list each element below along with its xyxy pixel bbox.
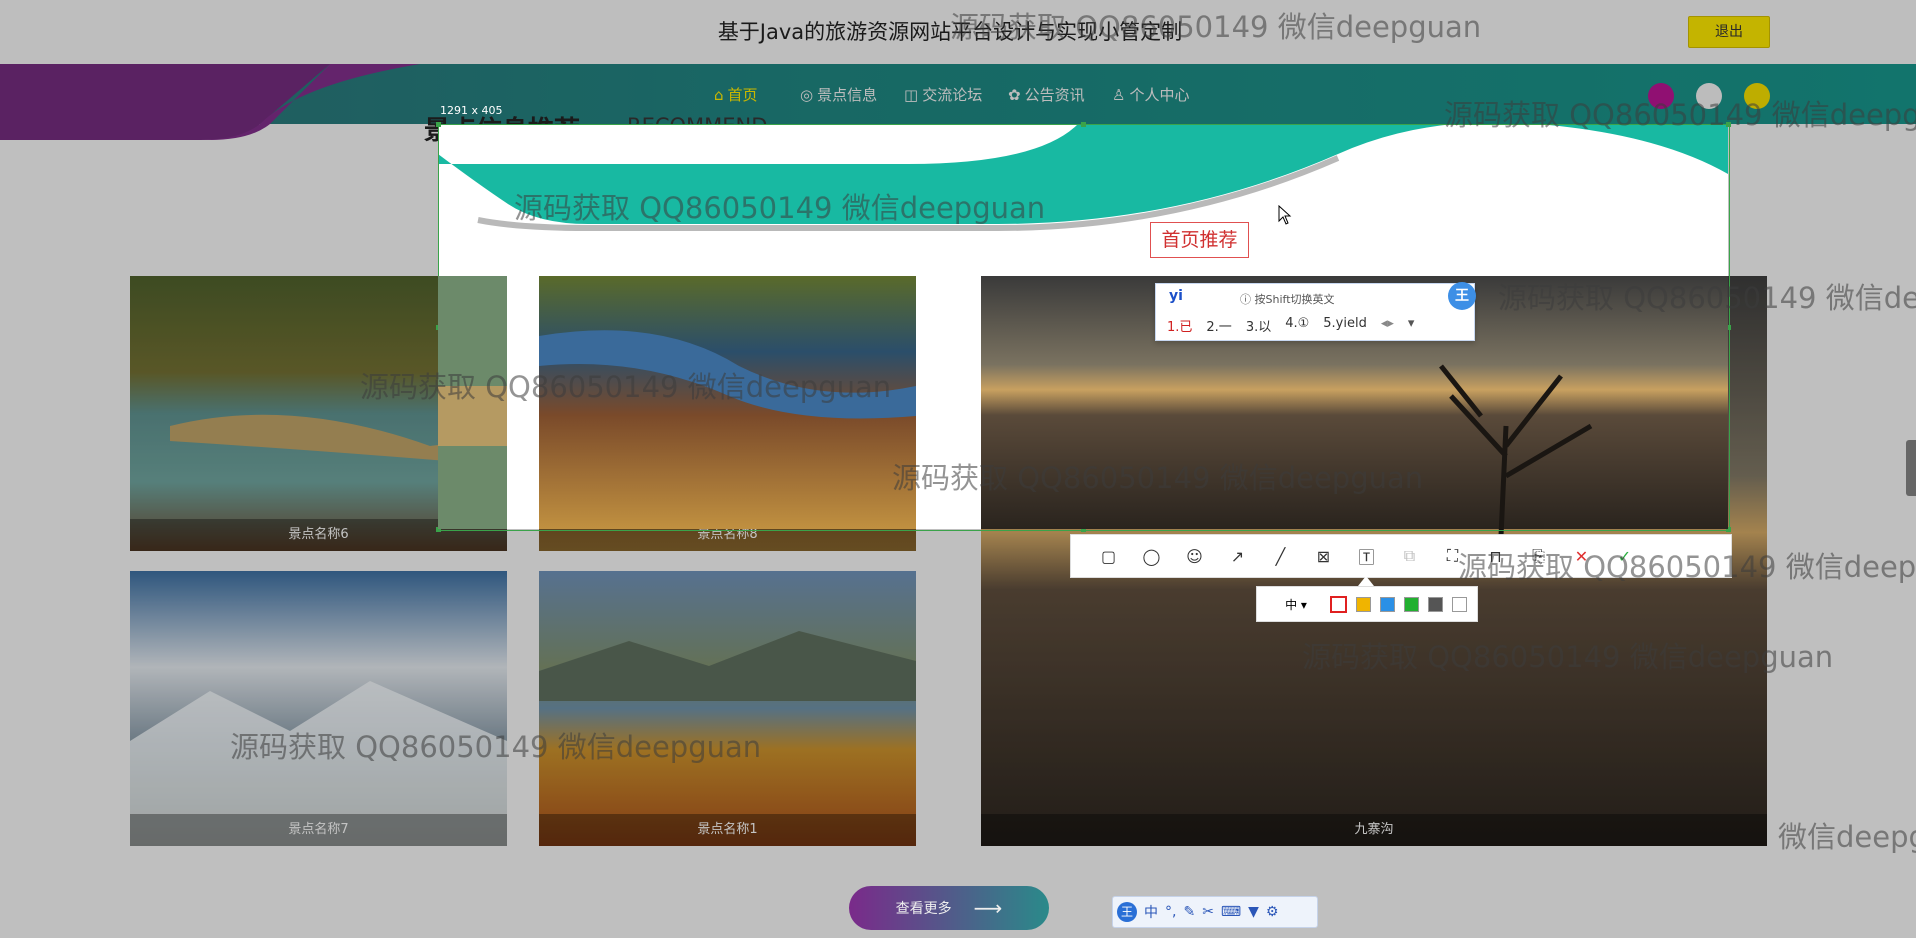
ime-status-bar[interactable]: 王 中 °, ✎ ✂ ⌨ ▼ ⚙ bbox=[1112, 896, 1318, 928]
nav-news[interactable]: ✿ 公告资讯 bbox=[1008, 84, 1085, 105]
gift-icon: ◫ bbox=[904, 85, 919, 104]
home-icon: ⌂ bbox=[714, 85, 724, 104]
spot-name: 景点名称7 bbox=[130, 814, 507, 846]
panel-pointer bbox=[1358, 576, 1374, 586]
spot-image bbox=[130, 571, 507, 846]
scissors-icon[interactable]: ✂ bbox=[1202, 904, 1214, 920]
ime-candidate[interactable]: 2.一 bbox=[1206, 316, 1231, 335]
punctuation-icon[interactable]: °, bbox=[1165, 904, 1176, 920]
info-icon: ⓘ bbox=[1240, 293, 1255, 306]
ime-logo-icon: 王 bbox=[1448, 282, 1476, 310]
font-size-select[interactable]: 中 ▾ bbox=[1271, 596, 1321, 613]
gear-icon: ✿ bbox=[1008, 85, 1021, 104]
ellipse-tool-icon[interactable]: ◯ bbox=[1130, 547, 1173, 566]
emoji-tool-icon[interactable]: ☺ bbox=[1173, 547, 1216, 566]
watermark: 源码获取 QQ86050149 微信deepguan bbox=[1302, 640, 1834, 674]
ime-candidate[interactable]: 3.以 bbox=[1246, 316, 1271, 335]
pen-icon[interactable]: ✎ bbox=[1183, 904, 1195, 920]
color-swatch-gray[interactable] bbox=[1428, 596, 1443, 612]
arrow-right-icon: ⟶ bbox=[973, 896, 1003, 920]
watermark: 源码获取 QQ86050149 微信deepguan bbox=[360, 370, 892, 404]
watermark: 源码获取 QQ86050149 微信deepguan bbox=[1444, 98, 1916, 132]
side-scroll-tab[interactable] bbox=[1906, 440, 1916, 496]
ime-candidate[interactable]: 4.① bbox=[1285, 316, 1309, 335]
globe-icon: ◎ bbox=[800, 85, 814, 104]
page-arrows-icon[interactable]: ◂▸ bbox=[1381, 316, 1394, 335]
nav-home[interactable]: ⌂ 首页 bbox=[714, 84, 758, 105]
color-swatch-red[interactable] bbox=[1330, 595, 1347, 613]
ime-composition: yi bbox=[1169, 288, 1183, 304]
rectangle-tool-icon[interactable]: ▢ bbox=[1087, 547, 1130, 566]
watermark: 源码获取 QQ86050149 微信deepguan bbox=[230, 730, 762, 764]
annotation-text-box[interactable]: 首页推荐 bbox=[1150, 222, 1249, 258]
ime-candidate[interactable]: 1.已 bbox=[1167, 316, 1192, 335]
mouse-cursor-icon bbox=[1278, 205, 1292, 225]
selection-size-label: 1291 x 405 bbox=[440, 104, 503, 117]
color-swatch-green[interactable] bbox=[1404, 596, 1419, 612]
undo-tool-icon[interactable]: ⧉ bbox=[1388, 546, 1431, 566]
watermark: 源码获取 QQ86050149 微信deepguan bbox=[514, 191, 1046, 225]
nav-user-center[interactable]: ♙ 个人中心 bbox=[1112, 84, 1189, 105]
spot-card[interactable]: 景点名称7 bbox=[130, 571, 507, 846]
nav-forum[interactable]: ◫ 交流论坛 bbox=[904, 84, 982, 105]
ime-logo-icon: 王 bbox=[1117, 902, 1137, 922]
spot-name: 景点名称1 bbox=[539, 814, 916, 846]
selection-handle[interactable] bbox=[436, 122, 441, 127]
text-style-panel: 中 ▾ bbox=[1256, 586, 1478, 622]
ime-tip: ⓘ 按Shift切换英文 bbox=[1240, 293, 1335, 306]
watermark: 微信deepg bbox=[1778, 820, 1916, 854]
arrow-tool-icon[interactable]: ↗ bbox=[1216, 547, 1259, 566]
line-tool-icon[interactable]: ╱ bbox=[1259, 547, 1302, 566]
ime-candidates: 1.已 2.一 3.以 4.① 5.yield ◂▸ ▾ bbox=[1167, 316, 1414, 335]
nav-spots[interactable]: ◎ 景点信息 bbox=[800, 84, 877, 105]
watermark: 源码获取 QQ86050149 微信deepguan bbox=[950, 10, 1482, 44]
keyboard-icon[interactable]: ⌨ bbox=[1221, 904, 1241, 920]
spot-image bbox=[539, 571, 916, 846]
mosaic-tool-icon[interactable]: ⊠ bbox=[1302, 547, 1345, 566]
settings-icon[interactable]: ⚙ bbox=[1266, 904, 1279, 920]
watermark: 源码获取 QQ86050149 微信deepguan bbox=[1458, 550, 1916, 584]
spot-card[interactable]: 景点名称1 bbox=[539, 571, 916, 846]
color-swatch-white[interactable] bbox=[1452, 596, 1467, 612]
skin-icon[interactable]: ▼ bbox=[1248, 904, 1259, 920]
color-swatch-yellow[interactable] bbox=[1356, 596, 1371, 612]
spot-name: 九寨沟 bbox=[981, 814, 1767, 846]
ime-candidate[interactable]: 5.yield bbox=[1323, 316, 1367, 335]
text-tool-icon[interactable]: 🅃 bbox=[1345, 544, 1388, 568]
selection-handle[interactable] bbox=[1081, 122, 1086, 127]
watermark: 源码获取 QQ86050149 微信deepguan bbox=[892, 461, 1424, 495]
user-icon: ♙ bbox=[1112, 85, 1126, 104]
watermark: 源码获取 QQ86050149 微信deepguan bbox=[1498, 281, 1916, 315]
view-more-button[interactable]: 查看更多 ⟶ bbox=[849, 886, 1049, 930]
ime-mode[interactable]: 中 bbox=[1144, 902, 1158, 922]
dropdown-icon[interactable]: ▾ bbox=[1408, 316, 1415, 335]
color-swatch-blue[interactable] bbox=[1380, 596, 1395, 612]
logout-button[interactable]: 退出 bbox=[1688, 16, 1770, 48]
